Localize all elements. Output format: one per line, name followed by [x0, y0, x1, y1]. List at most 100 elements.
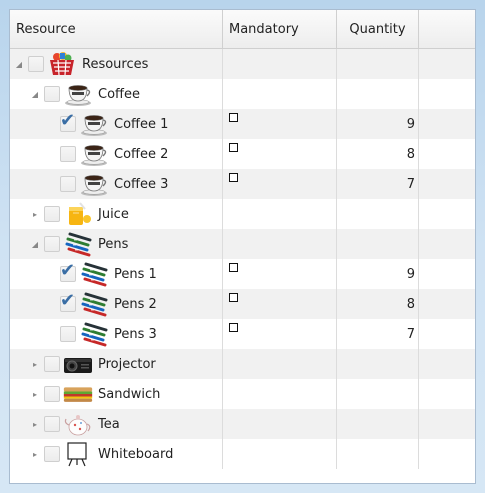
- expanded-triangle-icon[interactable]: ◢: [30, 89, 40, 99]
- cell-quantity: [337, 349, 419, 379]
- sandwich-icon: [63, 381, 93, 407]
- table-row[interactable]: ▸ Whiteboard: [10, 439, 475, 469]
- mandatory-checkbox[interactable]: [229, 263, 238, 272]
- tree-node: ◢ Pens: [10, 229, 222, 259]
- table-row[interactable]: ▸✔Pens 1 9: [10, 259, 475, 289]
- table-row[interactable]: ▸✔Pens 28: [10, 289, 475, 319]
- row-checkbox[interactable]: [60, 146, 76, 162]
- tree-node: ▸ Sandwich: [10, 379, 222, 409]
- row-checkbox[interactable]: [44, 446, 60, 462]
- row-checkbox[interactable]: [44, 416, 60, 432]
- table-row[interactable]: ◢ Coffee: [10, 79, 475, 109]
- cell-filler: [419, 229, 475, 259]
- cell-filler: [419, 319, 475, 349]
- cell-quantity: [337, 199, 419, 229]
- row-checkbox[interactable]: [60, 176, 76, 192]
- table-row[interactable]: ▸ Juice: [10, 199, 475, 229]
- checkmark-icon: ✔: [60, 110, 76, 131]
- mandatory-checkbox[interactable]: [229, 143, 238, 152]
- cell-resource: ▸✔Coffee 1: [10, 109, 223, 139]
- cell-filler: [419, 199, 475, 229]
- pens-icon: [63, 231, 93, 257]
- cell-resource: ▸Coffee 2: [10, 139, 223, 169]
- projector-icon: [63, 351, 93, 377]
- cell-mandatory: [223, 79, 337, 109]
- cell-mandatory: [223, 199, 337, 229]
- tree-node: ▸ Whiteboard: [10, 439, 222, 469]
- table-row[interactable]: ▸✔Coffee 19: [10, 109, 475, 139]
- cell-quantity: 7: [337, 319, 419, 349]
- table-row[interactable]: ▸ Projector: [10, 349, 475, 379]
- tree-node: ▸✔Coffee 1: [10, 109, 222, 139]
- mandatory-checkbox[interactable]: [229, 293, 238, 302]
- tree-node: ▸ Tea: [10, 409, 222, 439]
- table-row[interactable]: ▸Pens 3 7: [10, 319, 475, 349]
- row-checkbox[interactable]: [60, 326, 76, 342]
- cell-quantity: [337, 229, 419, 259]
- collapsed-triangle-icon[interactable]: ▸: [30, 449, 40, 459]
- mandatory-checkbox[interactable]: [229, 323, 238, 332]
- mandatory-checkbox[interactable]: [229, 173, 238, 182]
- cell-quantity: 8: [337, 289, 419, 319]
- tree-node: ◢ Resources: [10, 49, 222, 79]
- table-row[interactable]: ▸Coffee 2 8: [10, 139, 475, 169]
- cell-mandatory: [223, 139, 337, 169]
- whiteboard-icon: [63, 441, 93, 467]
- row-checkbox[interactable]: [44, 236, 60, 252]
- tree-grid: Resource Mandatory Quantity ◢ Resources ◢ C…: [9, 9, 476, 484]
- cell-resource: ▸ Projector: [10, 349, 223, 379]
- resource-label: Juice: [98, 206, 129, 222]
- column-header-mandatory[interactable]: Mandatory: [223, 10, 337, 48]
- resource-label: Pens: [98, 236, 129, 252]
- cell-filler: [419, 289, 475, 319]
- cell-resource: ▸Pens 3: [10, 319, 223, 349]
- tree-node: ▸ Juice: [10, 199, 222, 229]
- resource-label: Pens 3: [114, 326, 157, 342]
- cell-mandatory: [223, 49, 337, 79]
- cell-quantity: 8: [337, 139, 419, 169]
- collapsed-triangle-icon[interactable]: ▸: [30, 359, 40, 369]
- expanded-triangle-icon[interactable]: ◢: [14, 59, 24, 69]
- cell-quantity: 7: [337, 169, 419, 199]
- table-row[interactable]: ▸Coffee 3 7: [10, 169, 475, 199]
- cell-quantity: [337, 79, 419, 109]
- collapsed-triangle-icon[interactable]: ▸: [30, 209, 40, 219]
- resource-label: Whiteboard: [98, 446, 174, 462]
- cell-filler: [419, 409, 475, 439]
- table-row[interactable]: ◢ Resources: [10, 49, 475, 79]
- cell-quantity: [337, 439, 419, 469]
- column-header-resource[interactable]: Resource: [10, 10, 223, 48]
- cell-resource: ▸Coffee 3: [10, 169, 223, 199]
- row-checkbox[interactable]: ✔: [60, 262, 76, 282]
- mandatory-checkbox[interactable]: [229, 113, 238, 122]
- row-checkbox[interactable]: ✔: [60, 112, 76, 132]
- cell-filler: [419, 259, 475, 289]
- row-checkbox[interactable]: [44, 206, 60, 222]
- coffee-cup-icon: [79, 141, 109, 167]
- table-row[interactable]: ▸ Sandwich: [10, 379, 475, 409]
- table-row[interactable]: ◢ Pens: [10, 229, 475, 259]
- cell-filler: [419, 139, 475, 169]
- row-checkbox[interactable]: [28, 56, 44, 72]
- row-checkbox[interactable]: [44, 386, 60, 402]
- quantity-value: 7: [406, 326, 415, 342]
- tree-node: ▸✔Pens 1: [10, 259, 222, 289]
- table-row[interactable]: ▸ Tea: [10, 409, 475, 439]
- collapsed-triangle-icon[interactable]: ▸: [30, 419, 40, 429]
- expanded-triangle-icon[interactable]: ◢: [30, 239, 40, 249]
- resource-label: Projector: [98, 356, 156, 372]
- quantity-value: 8: [406, 146, 415, 162]
- cell-quantity: 9: [337, 259, 419, 289]
- cell-resource: ▸ Sandwich: [10, 379, 223, 409]
- collapsed-triangle-icon[interactable]: ▸: [30, 389, 40, 399]
- checkmark-icon: ✔: [60, 260, 76, 281]
- column-header-quantity[interactable]: Quantity: [337, 10, 419, 48]
- cell-resource: ▸ Whiteboard: [10, 439, 223, 469]
- resource-label: Resources: [82, 56, 149, 72]
- cell-filler: [419, 79, 475, 109]
- row-checkbox[interactable]: [44, 356, 60, 372]
- row-checkbox[interactable]: [44, 86, 60, 102]
- cell-quantity: [337, 49, 419, 79]
- cell-mandatory: [223, 319, 337, 349]
- row-checkbox[interactable]: ✔: [60, 292, 76, 312]
